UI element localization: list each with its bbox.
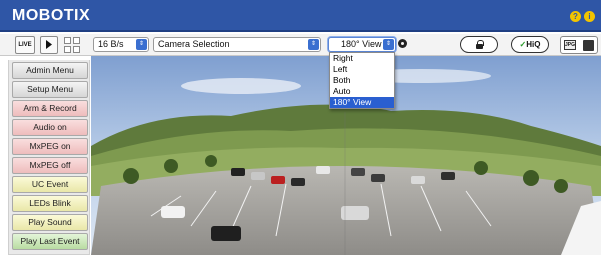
uc-event-button[interactable]: UC Event — [12, 176, 88, 193]
app-header: MOBOTIX ? i — [0, 0, 601, 32]
sidebar: Admin Menu Setup Menu Arm & Record Audio… — [8, 60, 90, 255]
play-icon — [46, 40, 52, 49]
framerate-select[interactable]: 16 B/s ⇕ — [93, 37, 149, 52]
info-icon[interactable]: i — [584, 11, 595, 22]
view-option-auto[interactable]: Auto — [330, 86, 394, 97]
header-icons: ? i — [570, 11, 595, 22]
play-last-event-button[interactable]: Play Last Event — [12, 233, 88, 250]
view-mode-value: 180° View — [341, 39, 382, 49]
view-mode-select[interactable]: 180° View ⇕ — [328, 37, 396, 52]
lock-icon — [475, 40, 484, 49]
play-button[interactable] — [40, 36, 58, 54]
view-option-right[interactable]: Right — [330, 53, 394, 64]
mxpeg-off-button[interactable]: MxPEG off — [12, 157, 88, 174]
jpeg-label: JPG — [564, 40, 576, 50]
setup-menu-button[interactable]: Setup Menu — [12, 81, 88, 98]
mobotix-logo: MOBOTIX — [12, 7, 91, 24]
select-arrows-icon: ⇕ — [136, 39, 147, 50]
hiq-button[interactable]: ✓HiQ — [511, 36, 549, 53]
save-jpeg-button[interactable]: JPG — [560, 36, 598, 54]
mxpeg-on-button[interactable]: MxPEG on — [12, 138, 88, 155]
select-arrows-icon: ⇕ — [308, 39, 319, 50]
view-option-both[interactable]: Both — [330, 75, 394, 86]
camera-selection-select[interactable]: Camera Selection ⇕ — [153, 37, 321, 52]
admin-menu-button[interactable]: Admin Menu — [12, 62, 88, 79]
select-arrows-icon: ⇕ — [383, 39, 394, 50]
view-mode-dropdown: Right Left Both Auto 180° View — [329, 52, 395, 109]
framerate-value: 16 B/s — [98, 39, 124, 49]
save-disk-icon — [583, 40, 594, 51]
arm-record-button[interactable]: Arm & Record — [12, 100, 88, 117]
live-button[interactable]: LIVE — [15, 36, 35, 54]
camera-selection-value: Camera Selection — [158, 39, 230, 49]
grid-layout-icon[interactable] — [64, 37, 80, 53]
play-sound-button[interactable]: Play Sound — [12, 214, 88, 231]
audio-on-button[interactable]: Audio on — [12, 119, 88, 136]
leds-blink-button[interactable]: LEDs Blink — [12, 195, 88, 212]
view-option-left[interactable]: Left — [330, 64, 394, 75]
lock-button[interactable] — [460, 36, 498, 53]
settings-gear-icon[interactable] — [398, 39, 407, 48]
view-option-180[interactable]: 180° View — [330, 97, 394, 108]
hiq-label: HiQ — [526, 40, 541, 49]
help-icon[interactable]: ? — [570, 11, 581, 22]
toolbar: LIVE 16 B/s ⇕ Camera Selection ⇕ 180° Vi… — [0, 34, 601, 56]
